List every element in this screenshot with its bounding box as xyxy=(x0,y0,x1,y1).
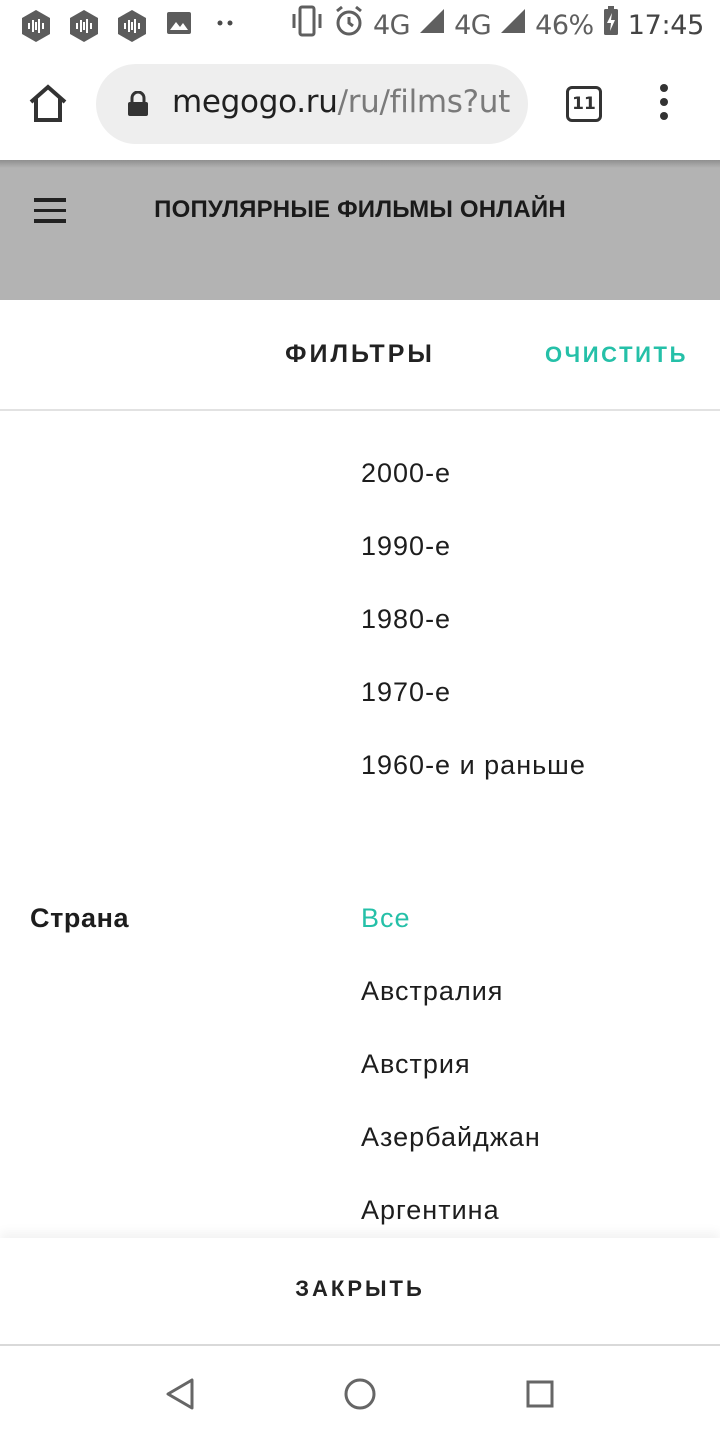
close-filters-button[interactable]: ЗАКРЫТЬ xyxy=(0,1276,720,1302)
browser-toolbar: megogo.ru/ru/films?utm 11 xyxy=(0,50,720,160)
clock: 17:45 xyxy=(627,9,705,41)
signal-icon xyxy=(499,7,527,43)
decade-option-2000s[interactable]: 2000-е xyxy=(361,458,451,489)
signal-icon xyxy=(418,7,446,43)
close-bar: ЗАКРЫТЬ xyxy=(0,1238,720,1346)
page-title: ПОПУЛЯРНЫЕ ФИЛЬМЫ ОНЛАЙН xyxy=(154,196,566,223)
network-type-2: 4G xyxy=(454,9,492,41)
more-dots-icon xyxy=(210,8,240,43)
home-icon xyxy=(29,84,67,122)
country-option-argentina[interactable]: Аргентина xyxy=(361,1195,500,1226)
podcast-icon xyxy=(68,9,100,43)
url-path: /ru/films?utm xyxy=(337,84,512,120)
recents-icon[interactable] xyxy=(520,1374,560,1414)
decade-option-1970s[interactable]: 1970-е xyxy=(361,677,451,708)
notification-icons xyxy=(20,8,240,43)
system-nav-bar xyxy=(0,1346,720,1440)
tab-switcher-button[interactable]: 11 xyxy=(566,86,602,122)
browser-menu-button[interactable] xyxy=(652,84,676,124)
system-indicators: 4G 4G 46% 17:45 xyxy=(289,4,705,46)
address-bar[interactable]: megogo.ru/ru/films?utm xyxy=(96,64,528,144)
status-bar: 4G 4G 46% 17:45 xyxy=(0,0,720,50)
filters-panel: ФИЛЬТРЫ ОЧИСТИТЬ 2000-е 1990-е 1980-е 19… xyxy=(0,300,720,1345)
clear-filters-button[interactable]: ОЧИСТИТЬ xyxy=(545,342,688,368)
alarm-icon xyxy=(333,4,365,46)
battery-percent: 46% xyxy=(535,9,594,41)
podcast-icon xyxy=(20,9,52,43)
url-text: megogo.ru/ru/films?utm xyxy=(172,84,512,120)
lock-icon xyxy=(126,90,150,117)
battery-charging-icon xyxy=(602,5,620,45)
back-icon[interactable] xyxy=(160,1374,200,1414)
filters-header: ФИЛЬТРЫ ОЧИСТИТЬ xyxy=(0,300,720,411)
country-option-australia[interactable]: Австралия xyxy=(361,976,503,1007)
country-option-azerbaijan[interactable]: Азербайджан xyxy=(361,1122,541,1153)
podcast-icon xyxy=(116,9,148,43)
country-section-label: Страна xyxy=(30,903,130,933)
vibrate-icon xyxy=(289,4,325,46)
network-type-1: 4G xyxy=(372,9,411,41)
image-icon xyxy=(164,8,194,43)
url-domain: megogo.ru xyxy=(172,84,338,120)
country-option-austria[interactable]: Австрия xyxy=(361,1049,471,1080)
home-button[interactable] xyxy=(24,80,72,128)
site-header: ПОПУЛЯРНЫЕ ФИЛЬМЫ ОНЛАЙН xyxy=(0,160,720,300)
home-nav-icon[interactable] xyxy=(340,1374,380,1414)
decade-option-1990s[interactable]: 1990-е xyxy=(361,531,451,562)
decade-option-1980s[interactable]: 1980-е xyxy=(361,604,451,635)
decade-option-1960s-earlier[interactable]: 1960-е и раньше xyxy=(361,750,586,781)
country-option-all[interactable]: Все xyxy=(361,903,411,934)
